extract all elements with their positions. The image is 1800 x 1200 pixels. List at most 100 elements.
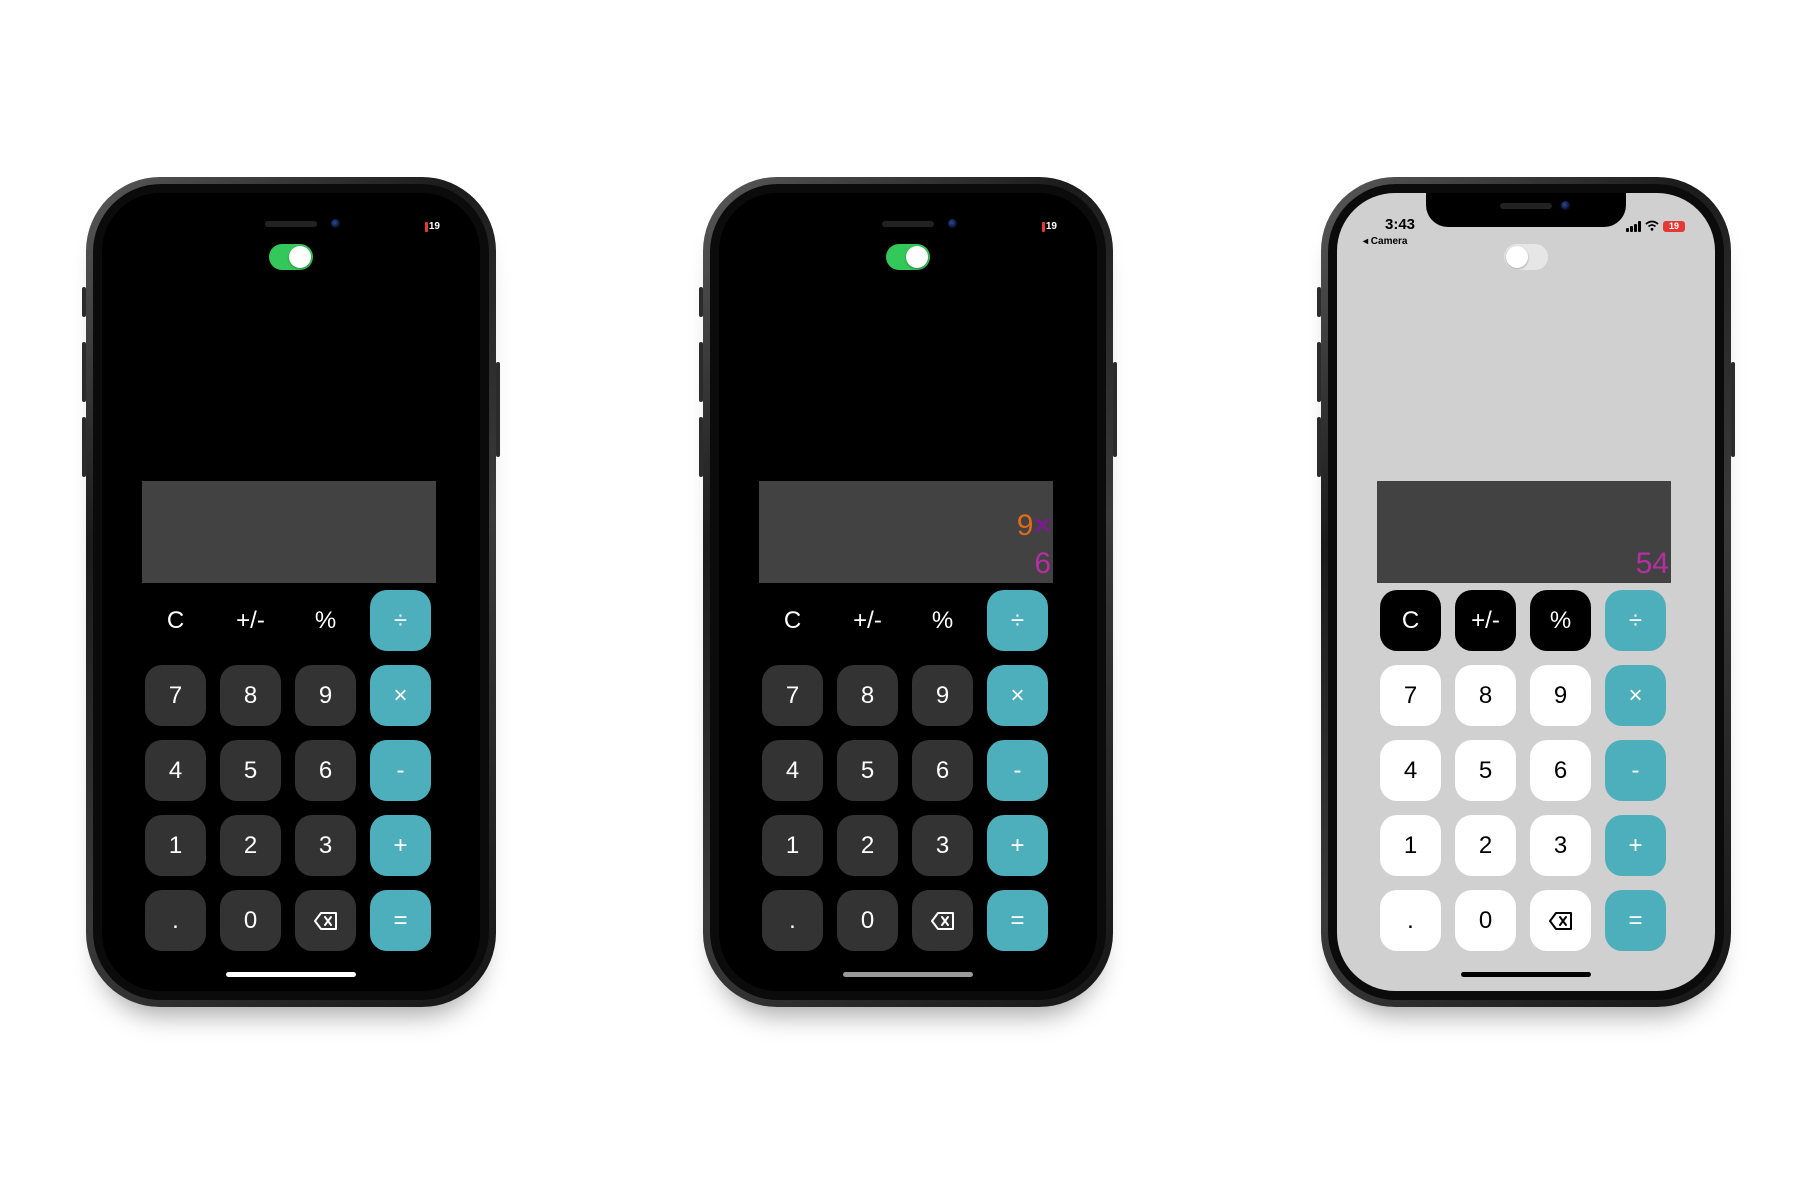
calculator-display: 54 — [1377, 481, 1671, 583]
battery-icon — [1041, 222, 1045, 232]
calculator-display — [142, 481, 436, 583]
battery-level: 19 — [1045, 221, 1057, 232]
phone-mockup-3: 3:43 ◂ Camera 19 54 C +/- % ÷ 7 8 9 × 4 … — [1317, 177, 1735, 1007]
mute-switch — [82, 287, 86, 317]
digit-2-button[interactable]: 2 — [1455, 815, 1516, 876]
digit-6-button[interactable]: 6 — [295, 740, 356, 801]
notch — [1426, 193, 1626, 227]
status-time: 3:43 — [1385, 216, 1416, 233]
digit-5-button[interactable]: 5 — [1455, 740, 1516, 801]
multiply-button[interactable]: × — [1605, 665, 1666, 726]
digit-9-button[interactable]: 9 — [912, 665, 973, 726]
equals-button[interactable]: = — [1605, 890, 1666, 951]
divide-button[interactable]: ÷ — [370, 590, 431, 651]
battery-icon — [424, 222, 428, 232]
digit-8-button[interactable]: 8 — [220, 665, 281, 726]
calculator-screen: 19 C +/- % ÷ 7 8 9 × 4 5 6 - 1 2 3 + . 0… — [102, 193, 480, 991]
add-button[interactable]: + — [370, 815, 431, 876]
backspace-button[interactable] — [912, 890, 973, 951]
clear-button[interactable]: C — [762, 590, 823, 651]
digit-2-button[interactable]: 2 — [220, 815, 281, 876]
decimal-button[interactable]: . — [1380, 890, 1441, 951]
digit-0-button[interactable]: 0 — [1455, 890, 1516, 951]
subtract-button[interactable]: - — [370, 740, 431, 801]
digit-9-button[interactable]: 9 — [1530, 665, 1591, 726]
backspace-button[interactable] — [295, 890, 356, 951]
digit-8-button[interactable]: 8 — [1455, 665, 1516, 726]
power-button — [1731, 362, 1735, 457]
battery-icon: 19 — [1663, 221, 1685, 232]
digit-3-button[interactable]: 3 — [295, 815, 356, 876]
digit-6-button[interactable]: 6 — [1530, 740, 1591, 801]
sign-toggle-button[interactable]: +/- — [220, 590, 281, 651]
digit-5-button[interactable]: 5 — [837, 740, 898, 801]
toggle-knob — [1506, 246, 1528, 268]
equals-button[interactable]: = — [370, 890, 431, 951]
digit-7-button[interactable]: 7 — [1380, 665, 1441, 726]
multiply-button[interactable]: × — [987, 665, 1048, 726]
speaker-grille — [882, 221, 934, 227]
display-operand: 9 — [1016, 509, 1034, 542]
percent-button[interactable]: % — [1530, 590, 1591, 651]
equals-button[interactable]: = — [987, 890, 1048, 951]
percent-button[interactable]: % — [912, 590, 973, 651]
clear-button[interactable]: C — [145, 590, 206, 651]
digit-3-button[interactable]: 3 — [912, 815, 973, 876]
digit-9-button[interactable]: 9 — [295, 665, 356, 726]
home-indicator[interactable] — [843, 972, 973, 977]
backspace-button[interactable] — [1530, 890, 1591, 951]
mute-switch — [1317, 287, 1321, 317]
mute-switch — [699, 287, 703, 317]
divide-button[interactable]: ÷ — [1605, 590, 1666, 651]
decimal-button[interactable]: . — [762, 890, 823, 951]
calculator-screen: 3:43 ◂ Camera 19 54 C +/- % ÷ 7 8 9 × 4 … — [1337, 193, 1715, 991]
digit-8-button[interactable]: 8 — [837, 665, 898, 726]
divide-button[interactable]: ÷ — [987, 590, 1048, 651]
digit-1-button[interactable]: 1 — [145, 815, 206, 876]
digit-4-button[interactable]: 4 — [762, 740, 823, 801]
power-button — [496, 362, 500, 457]
digit-7-button[interactable]: 7 — [762, 665, 823, 726]
digit-6-button[interactable]: 6 — [912, 740, 973, 801]
digit-1-button[interactable]: 1 — [762, 815, 823, 876]
add-button[interactable]: + — [1605, 815, 1666, 876]
display-expression: 9× — [1017, 511, 1051, 541]
signal-icon — [1626, 221, 1641, 232]
back-to-camera-link[interactable]: ◂ Camera — [1363, 236, 1408, 247]
display-value: 6 — [1034, 547, 1051, 580]
theme-toggle[interactable] — [1504, 244, 1548, 270]
add-button[interactable]: + — [987, 815, 1048, 876]
status-icons: 19 — [1626, 220, 1685, 233]
subtract-button[interactable]: - — [987, 740, 1048, 801]
digit-7-button[interactable]: 7 — [145, 665, 206, 726]
home-indicator[interactable] — [226, 972, 356, 977]
home-indicator[interactable] — [1461, 972, 1591, 977]
digit-0-button[interactable]: 0 — [837, 890, 898, 951]
sign-toggle-button[interactable]: +/- — [837, 590, 898, 651]
theme-toggle[interactable] — [886, 244, 930, 270]
decimal-button[interactable]: . — [145, 890, 206, 951]
digit-3-button[interactable]: 3 — [1530, 815, 1591, 876]
theme-toggle[interactable] — [269, 244, 313, 270]
digit-2-button[interactable]: 2 — [837, 815, 898, 876]
calculator-display: 9× 6 — [759, 481, 1053, 583]
volume-up-button — [699, 342, 703, 402]
percent-button[interactable]: % — [295, 590, 356, 651]
clear-button[interactable]: C — [1380, 590, 1441, 651]
front-camera-icon — [948, 219, 957, 228]
digit-4-button[interactable]: 4 — [145, 740, 206, 801]
volume-up-button — [1317, 342, 1321, 402]
volume-down-button — [82, 417, 86, 477]
digit-1-button[interactable]: 1 — [1380, 815, 1441, 876]
digit-4-button[interactable]: 4 — [1380, 740, 1441, 801]
backspace-icon — [930, 911, 954, 930]
display-operator: × — [1033, 509, 1051, 542]
front-camera-icon — [1561, 201, 1570, 210]
digit-0-button[interactable]: 0 — [220, 890, 281, 951]
sign-toggle-button[interactable]: +/- — [1455, 590, 1516, 651]
digit-5-button[interactable]: 5 — [220, 740, 281, 801]
subtract-button[interactable]: - — [1605, 740, 1666, 801]
battery-indicator: 19 — [1041, 221, 1057, 233]
speaker-grille — [265, 221, 317, 227]
multiply-button[interactable]: × — [370, 665, 431, 726]
